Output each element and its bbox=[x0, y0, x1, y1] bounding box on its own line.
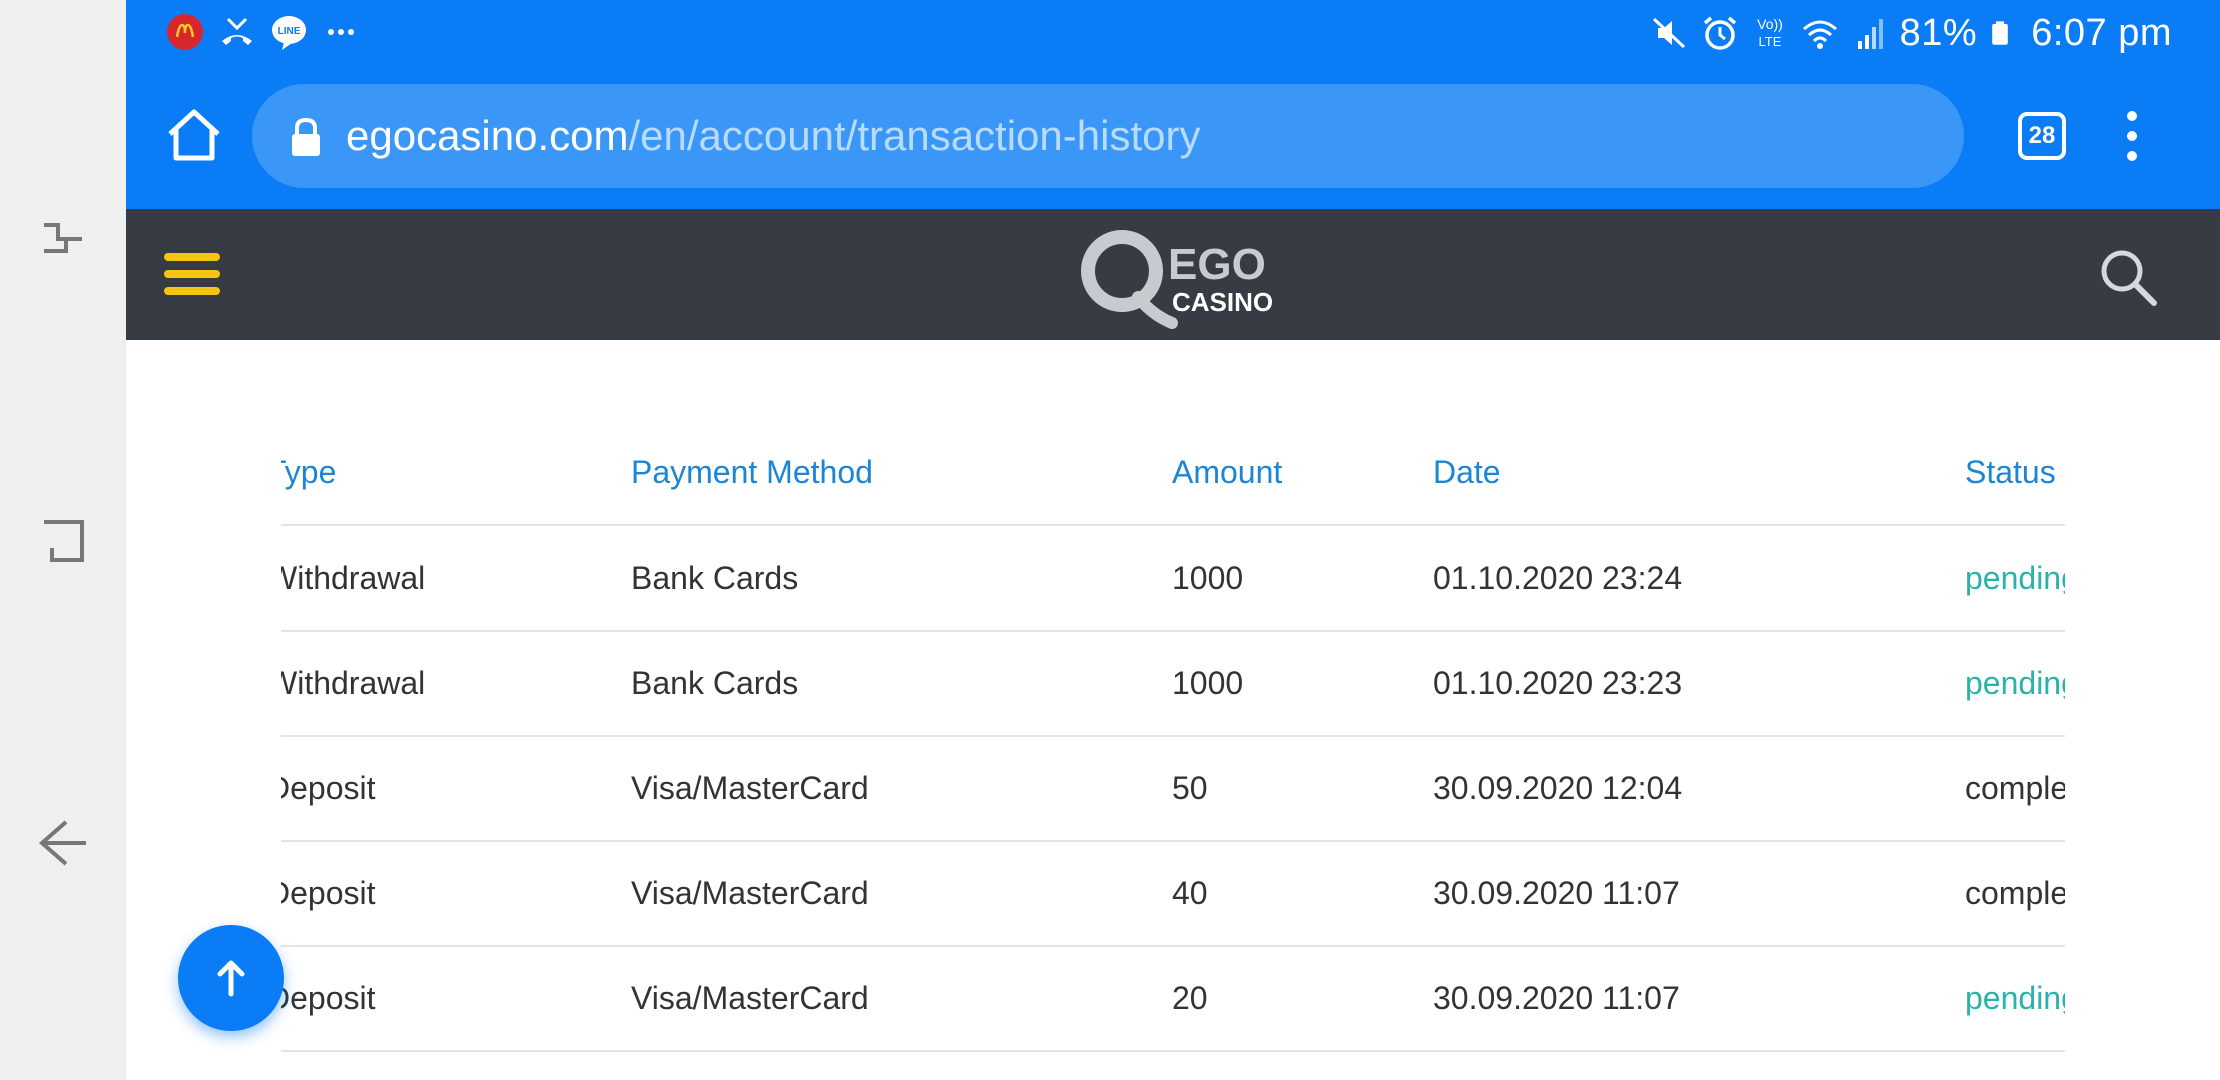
cell-amount: 20 bbox=[1172, 980, 1208, 1016]
volte-lte-icon: Vo)) LTE bbox=[1757, 16, 1783, 49]
signal-icon bbox=[1857, 19, 1883, 49]
status-bar: LINE Vo)) LTE 81% 6:07 pm bbox=[126, 0, 2220, 66]
cell-amount: 1000 bbox=[1172, 665, 1244, 701]
header-type[interactable]: Type bbox=[281, 420, 336, 524]
mute-icon bbox=[1652, 17, 1685, 49]
cell-status: pending bbox=[1965, 980, 2065, 1016]
lock-icon bbox=[292, 117, 320, 156]
notification-icons: LINE bbox=[166, 12, 360, 52]
line-badge-text: LINE bbox=[278, 26, 301, 37]
recent-apps-icon[interactable] bbox=[30, 205, 96, 271]
cell-status: completed bbox=[1965, 770, 2065, 806]
home-nav-icon[interactable] bbox=[30, 508, 96, 574]
table-row: Deposit Visa/MasterCard 50 30.09.2020 12… bbox=[281, 736, 2065, 842]
cell-amount: 50 bbox=[1172, 770, 1208, 806]
cell-amount: 40 bbox=[1172, 875, 1208, 911]
url-text[interactable]: egocasino.com/en/account/transaction-his… bbox=[346, 84, 1200, 188]
header-status[interactable]: Status bbox=[1965, 420, 2056, 524]
search-icon[interactable] bbox=[2098, 247, 2158, 307]
cell-type: Withdrawal bbox=[281, 560, 426, 596]
arrow-up-icon bbox=[217, 960, 245, 997]
wifi-icon bbox=[1802, 20, 1837, 49]
cell-date: 30.09.2020 11:07 bbox=[1433, 980, 1680, 1016]
url-path: /en/account/transaction-history bbox=[628, 112, 1201, 159]
table-row: Deposit Visa/MasterCard 40 30.09.2020 11… bbox=[281, 841, 2065, 947]
logo-sub: CASINO bbox=[1172, 287, 1273, 317]
cell-payment-method: Visa/MasterCard bbox=[631, 980, 869, 1016]
back-nav-icon[interactable] bbox=[30, 810, 96, 876]
battery-icon bbox=[1992, 21, 2008, 45]
scroll-to-top-button[interactable] bbox=[178, 925, 284, 1031]
home-icon[interactable] bbox=[162, 104, 226, 168]
cell-payment-method: Visa/MasterCard bbox=[631, 875, 869, 911]
transaction-table: Type Payment Method Amount Date Status W… bbox=[281, 420, 2065, 1080]
cell-type: Withdrawal bbox=[281, 665, 426, 701]
status-indicators: Vo)) LTE 81% 6:07 pm bbox=[1650, 6, 2172, 60]
header-payment-method[interactable]: Payment Method bbox=[631, 420, 873, 524]
cell-payment-method: Bank Cards bbox=[631, 665, 799, 701]
hamburger-menu-icon[interactable] bbox=[164, 253, 220, 297]
table-header-row: Type Payment Method Amount Date Status bbox=[281, 420, 2065, 526]
cell-type: Deposit bbox=[281, 770, 376, 806]
logo-word: EGO bbox=[1168, 240, 1266, 289]
cell-status: pending bbox=[1965, 665, 2065, 701]
battery-percent: 81% bbox=[1899, 11, 1978, 54]
table-row: Withdrawal Bank Cards 1000 01.10.2020 23… bbox=[281, 631, 2065, 737]
url-host: egocasino.com bbox=[346, 112, 629, 159]
ego-casino-logo[interactable]: EGO CASINO bbox=[1080, 219, 1280, 333]
more-dots-icon bbox=[328, 29, 354, 35]
system-navigation-bar bbox=[0, 0, 126, 1080]
cell-payment-method: Visa/MasterCard bbox=[631, 770, 869, 806]
site-header: EGO CASINO bbox=[126, 209, 2220, 340]
header-amount[interactable]: Amount bbox=[1172, 420, 1282, 524]
cell-date: 30.09.2020 11:07 bbox=[1433, 875, 1680, 911]
cell-type: Deposit bbox=[281, 980, 376, 1016]
cell-status: completed bbox=[1965, 875, 2065, 911]
cell-date: 01.10.2020 23:24 bbox=[1433, 560, 1683, 596]
table-row: Deposit Visa/MasterCard 20 30.09.2020 11… bbox=[281, 946, 2065, 1052]
table-row: Withdrawal Bank Cards 1000 01.10.2020 23… bbox=[281, 526, 2065, 632]
lte-label: LTE bbox=[1758, 34, 1781, 49]
cell-date: 01.10.2020 23:23 bbox=[1433, 665, 1683, 701]
alarm-icon bbox=[1703, 16, 1736, 50]
cell-amount: 1000 bbox=[1172, 560, 1244, 596]
clock: 6:07 pm bbox=[2031, 11, 2172, 54]
line-app-icon: LINE bbox=[272, 16, 306, 50]
cell-payment-method: Bank Cards bbox=[631, 560, 799, 596]
mcdonalds-app-icon bbox=[167, 14, 203, 50]
overflow-menu-icon[interactable] bbox=[2116, 106, 2148, 166]
cell-type: Deposit bbox=[281, 875, 376, 911]
header-date[interactable]: Date bbox=[1433, 420, 1501, 524]
browser-toolbar: egocasino.com/en/account/transaction-his… bbox=[126, 66, 2220, 209]
address-bar[interactable]: egocasino.com/en/account/transaction-his… bbox=[252, 84, 1964, 188]
cell-date: 30.09.2020 12:04 bbox=[1433, 770, 1683, 806]
missed-call-icon bbox=[222, 17, 252, 45]
volte-label: Vo)) bbox=[1757, 16, 1783, 32]
tab-switcher-button[interactable]: 28 bbox=[2018, 112, 2066, 160]
cell-status: pending bbox=[1965, 560, 2065, 596]
